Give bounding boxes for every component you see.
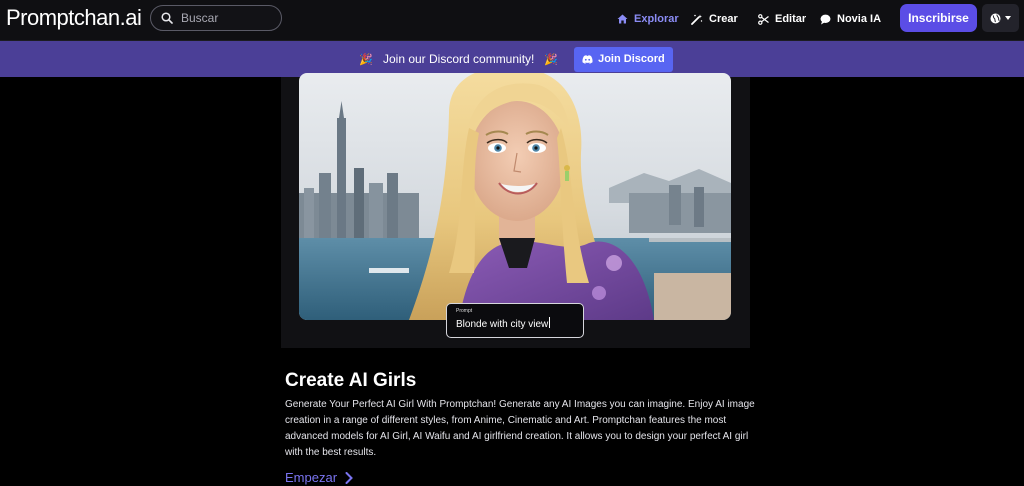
chevron-right-icon	[345, 471, 353, 484]
nav-crear-label: Crear	[709, 13, 738, 25]
prompt-input-box[interactable]: Prompt Blonde with city view	[446, 303, 584, 338]
banner-text: Join our Discord community!	[382, 52, 535, 66]
language-selector[interactable]	[982, 4, 1019, 32]
discord-banner: 🎉 Join our Discord community! 🎉 Join Dis…	[0, 41, 1024, 77]
hero-card: Prompt Blonde with city view	[281, 73, 750, 348]
top-navbar: Promptchan.ai Explorar Crear Editar	[0, 0, 1024, 41]
prompt-value-text: Blonde with city view	[456, 319, 549, 330]
party-popper-icon: 🎉	[544, 53, 559, 66]
nav-novia-ia-label: Novia IA	[837, 13, 882, 25]
page-title: Create AI Girls	[285, 370, 417, 391]
scissors-icon	[758, 13, 769, 25]
magic-wand-icon	[691, 14, 703, 25]
nav-explorar[interactable]: Explorar	[617, 10, 679, 28]
nav-explorar-label: Explorar	[634, 13, 679, 25]
home-icon	[617, 14, 628, 24]
search-icon	[161, 12, 173, 24]
prompt-label: Prompt	[456, 308, 473, 314]
nav-editar-label: Editar	[775, 13, 807, 25]
chat-bubble-icon	[820, 14, 831, 24]
nav-editar[interactable]: Editar	[758, 10, 806, 28]
caret-down-icon	[1005, 16, 1011, 20]
empezar-label: Empezar	[285, 470, 338, 485]
text-caret	[549, 317, 551, 328]
prompt-value: Blonde with city view	[456, 317, 574, 330]
site-logo[interactable]: Promptchan.ai	[6, 5, 142, 31]
page-description: Generate Your Perfect AI Girl With Promp…	[285, 399, 755, 458]
globe-icon	[990, 13, 1001, 23]
search-box[interactable]	[150, 5, 282, 31]
nav-crear[interactable]: Crear	[691, 10, 738, 28]
signup-button[interactable]: Inscribirse	[900, 4, 977, 32]
hero-image	[299, 73, 731, 320]
party-popper-icon: 🎉	[359, 53, 373, 66]
nav-novia-ia[interactable]: Novia IA	[820, 10, 881, 28]
empezar-link[interactable]: Empezar	[285, 470, 353, 485]
join-discord-label: Join Discord	[598, 53, 665, 65]
discord-icon	[582, 54, 593, 64]
join-discord-button[interactable]: Join Discord	[574, 46, 673, 72]
search-input[interactable]	[181, 11, 271, 25]
